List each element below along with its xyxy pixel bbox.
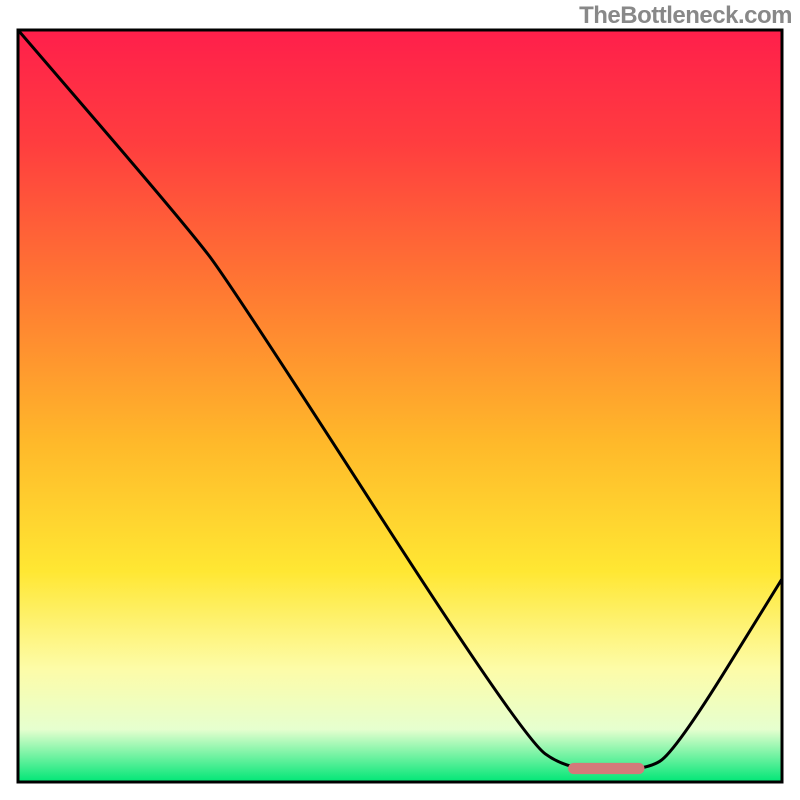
optimal-marker — [568, 763, 644, 774]
watermark-text: TheBottleneck.com — [579, 2, 792, 30]
chart-container: TheBottleneck.com — [0, 0, 800, 800]
plot-background — [18, 30, 782, 782]
bottleneck-chart — [0, 0, 800, 800]
